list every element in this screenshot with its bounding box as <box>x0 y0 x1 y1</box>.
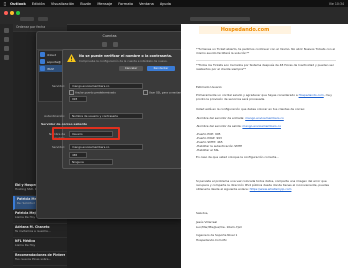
paragraph-text: -Nombre del servidor de salida: <box>196 124 242 128</box>
signoff: Saludos, <box>196 211 209 215</box>
cancel-button[interactable]: Cancelar <box>119 66 143 71</box>
authentication-label: Autenticación: <box>44 114 65 118</box>
account-name: IMAP <box>47 66 55 71</box>
toolbar-button[interactable] <box>20 17 34 21</box>
menubar-clock: Vie 10:34 <box>328 1 344 6</box>
menu-outlook[interactable]: Outlook <box>10 2 26 6</box>
alert-detail: Compruebe la configuración de la cuenta … <box>79 59 168 63</box>
menu-ayuda[interactable]: Ayuda <box>160 2 171 6</box>
paragraph: En caso de que usted coloque la configur… <box>196 155 280 159</box>
retry-button[interactable]: Reintentar <box>147 66 175 71</box>
incoming-server-field[interactable]: mango.envioemembers.co <box>69 83 143 89</box>
menu-edicion[interactable]: Edición <box>32 2 45 6</box>
signature-hours: Lun/Mar/Mie/Jue/Vie. 10am-7pm <box>196 225 243 229</box>
calendar-icon[interactable] <box>4 37 9 42</box>
hospedando-link[interactable]: Hospedando.com <box>299 93 324 97</box>
window-toolbar <box>0 7 348 25</box>
incoming-server-link[interactable]: mango.envioemembers.co <box>245 116 284 120</box>
paragraph-text: -Nombre del servidor de entrada: <box>196 116 245 120</box>
window-controls <box>4 11 20 15</box>
incoming-server-label: Servidor: <box>51 84 65 88</box>
menu-buzon[interactable]: Buzón <box>80 2 91 6</box>
override-port-checkbox[interactable]: Anular puerto predeterminado <box>69 90 116 95</box>
menu-mensaje[interactable]: Mensaje <box>97 2 112 6</box>
mail-account-icon <box>40 66 45 71</box>
mail-account-icon <box>40 59 45 64</box>
paragraph: Primeramente un cordial saludo y agradec… <box>196 93 336 102</box>
whatismyip-link[interactable]: https://www.whatismyip.com <box>250 187 292 191</box>
outgoing-auth-select[interactable]: Ninguna <box>69 159 113 165</box>
apple-menu-icon[interactable]:  <box>0 1 10 6</box>
config-line: -Habilitar el SSL <box>196 148 220 152</box>
contacts-icon[interactable] <box>4 46 9 51</box>
grid-icon[interactable] <box>112 41 118 47</box>
config-line: -Nombre del servidor de entrada: mango.e… <box>196 116 336 121</box>
list-item-subject: Te invitamos a nuestra... <box>15 229 51 233</box>
sender-logo: Hospedando.com <box>199 26 291 34</box>
list-item[interactable]: NFL Médica Llama De Hoy <box>13 238 67 252</box>
greeting: Estimado Usuario: <box>196 85 223 89</box>
account-item[interactable]: soporte@ <box>39 58 63 65</box>
paragraph: Si persiste el problema una vez colocada… <box>196 179 336 191</box>
account-item[interactable]: iCloud <box>39 51 63 58</box>
outgoing-server-field[interactable]: mango.envioemembers.co <box>69 144 143 150</box>
account-name: soporte@ <box>47 59 61 64</box>
menu-formato[interactable]: Formato <box>118 2 133 6</box>
toolbar-button[interactable] <box>38 17 48 21</box>
authentication-select[interactable]: Nombre de usuario y contraseña <box>69 113 143 119</box>
message-body: Hospedando.com **Si tienes un Ticket abi… <box>181 24 348 268</box>
sidebar <box>0 24 14 268</box>
incoming-port-field[interactable]: 993 <box>69 96 87 102</box>
paragraph: **Todos los Tickets son Cerrados por Sis… <box>196 63 334 71</box>
highlight-box <box>52 127 120 140</box>
divider <box>196 60 336 61</box>
outgoing-port-field[interactable]: 465 <box>69 152 87 158</box>
account-item[interactable]: IMAP <box>39 65 63 72</box>
zoom-window-button[interactable] <box>16 11 20 15</box>
close-window-button[interactable] <box>4 11 8 15</box>
list-item[interactable]: Adriana M. Chaneto Te invitamos a nuestr… <box>13 224 67 238</box>
config-line: -Nombre del servidor de salida: mango.en… <box>196 124 336 129</box>
outgoing-server-label: Servidor: <box>51 145 65 149</box>
menu-bar:  Outlook Edición Visualización Buzón Me… <box>0 0 348 7</box>
window-title: Cuentas <box>102 34 117 38</box>
menu-ventana[interactable]: Ventana <box>139 2 154 6</box>
outgoing-server-section: Servidor de correo saliente <box>41 122 88 126</box>
paragraph: **Si tienes un Ticket abierto, te pedimo… <box>196 47 336 55</box>
list-item-subject: Llama De Hoy <box>15 243 36 247</box>
alert-message: No se puede verificar el nombre o la con… <box>79 54 173 58</box>
list-item[interactable]: Recomendaciones de Pinterest Tus nuevos … <box>13 252 67 266</box>
mail-icon[interactable] <box>4 28 9 33</box>
tasks-icon[interactable] <box>4 55 9 60</box>
paragraph: Usted está en la configuración que debes… <box>196 107 306 111</box>
search-field[interactable] <box>190 17 250 21</box>
accounts-list: iCloud soporte@ IMAP <box>38 50 64 102</box>
account-name: iCloud <box>47 52 57 57</box>
minimize-window-button[interactable] <box>10 11 14 15</box>
account-settings-sheet: No se puede verificar el nombre o la con… <box>41 49 184 169</box>
menu-visualizacion[interactable]: Visualización <box>51 2 74 6</box>
list-item-subject: Tus nuevos Pines sobre... <box>15 257 52 261</box>
use-ssl-checkbox[interactable]: Usar SSL para conectarse <box>143 90 184 95</box>
outgoing-server-link[interactable]: mango.envioemembers.co <box>242 124 281 128</box>
signature-company: Hospedando.Com.Mx <box>196 238 227 242</box>
cloud-icon <box>40 52 45 57</box>
warning-icon <box>67 54 76 62</box>
back-icon[interactable] <box>101 41 107 47</box>
